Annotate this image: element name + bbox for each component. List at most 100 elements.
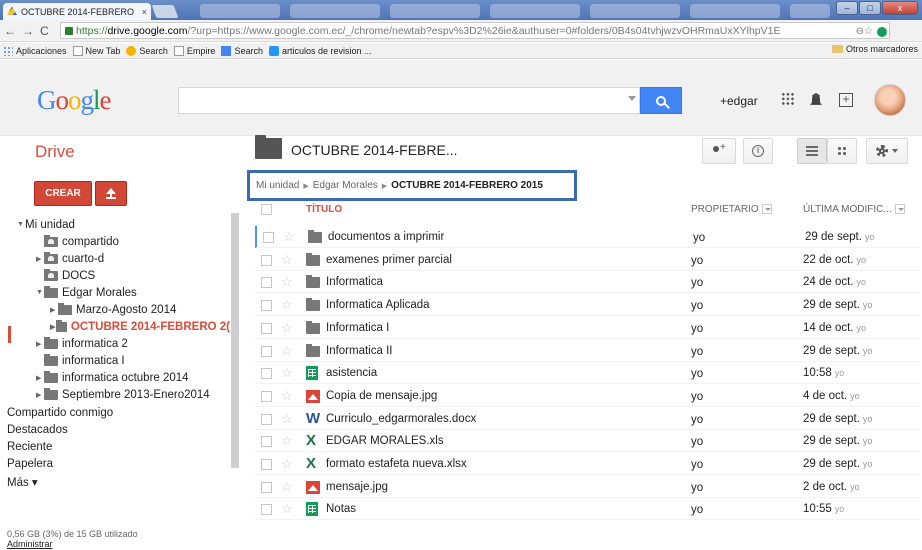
bookmark-apps[interactable]: Aplicaciones [3,45,67,56]
new-tab-button[interactable] [151,5,179,18]
column-header-modified[interactable]: ÚLTIMA MODIFIC... [803,204,905,215]
minimize-button[interactable]: – [836,1,858,15]
select-all-checkbox[interactable] [261,204,272,215]
sidebar-item-octubre[interactable]: ▶ OCTUBRE 2014-FEBRERO 2( [50,318,230,335]
row-checkbox[interactable] [261,322,272,334]
sidebar-item-destacados[interactable]: Destacados [7,421,68,438]
table-row[interactable]: ☆ Informatica Iyo 14 de oct. yo [255,317,920,339]
star-icon[interactable]: ☆ [281,411,293,427]
browser-tab-active[interactable]: OCTUBRE 2014-FEBRERO × [3,3,151,20]
file-name[interactable]: EDGAR MORALES.xls [326,435,444,447]
bookmark-empire[interactable]: Empire [173,45,215,56]
column-header-owner[interactable]: PROPIETARIO [691,204,772,215]
row-checkbox[interactable] [261,277,272,289]
browser-tab-blurred[interactable] [590,4,680,18]
table-row[interactable]: ☆ mensaje.jpg yo 2 de oct. yo [255,476,920,498]
star-bookmark-icon[interactable]: ⊖☆ [856,26,873,37]
column-header-title[interactable]: TÍTULO [306,204,342,215]
file-name[interactable]: Copia de mensaje.jpg [326,390,437,402]
forward-button[interactable]: → [22,24,34,38]
table-row[interactable]: ☆ W Curriculo_edgarmorales.docx yo 29 de sep… [255,408,920,430]
drive-title[interactable]: Drive [35,142,75,162]
star-icon[interactable]: ☆ [281,274,293,290]
sidebar-item-septiembre[interactable]: ▶ Septiembre 2013-Enero2014 [36,386,210,403]
create-button[interactable]: CREAR [34,181,92,206]
avatar[interactable] [874,84,906,116]
drive-search-input[interactable] [178,87,640,114]
maximize-button[interactable]: □ [859,1,881,15]
chevron-down-icon[interactable] [761,204,772,215]
browser-tab-blurred[interactable] [290,4,380,18]
search-button[interactable] [640,87,682,114]
sidebar-item-mi-unidad[interactable]: ▼ Mi unidad [17,216,75,233]
chevron-down-icon[interactable] [894,204,905,215]
breadcrumb-mi-unidad[interactable]: Mi unidad [256,180,299,191]
star-icon[interactable]: ☆ [281,501,293,517]
table-row[interactable]: ☆ Informatica yo 24 de oct. yo [255,271,920,294]
sidebar-item-mas[interactable]: Más ▾ [7,473,38,490]
star-icon[interactable]: ☆ [281,479,293,495]
upload-button[interactable] [95,181,127,206]
browser-tab-blurred[interactable] [690,4,780,18]
sidebar-item-cuarto-d[interactable]: ▶ cuarto-d [36,250,104,267]
row-checkbox[interactable] [261,390,272,402]
star-icon[interactable]: ☆ [281,252,293,268]
bookmark-search-2[interactable]: Search [221,45,263,56]
sidebar-scrollbar[interactable] [231,213,239,468]
star-icon[interactable]: ☆ [281,343,293,359]
row-checkbox[interactable] [261,481,272,493]
table-row[interactable]: ☆ Informatica Aplicada yo 29 de sept. yo [255,294,920,317]
tab-close-icon[interactable]: × [142,7,147,17]
star-icon[interactable]: ☆ [281,456,293,472]
star-icon[interactable]: ☆ [281,297,293,313]
sidebar-item-informatica-octubre[interactable]: ▶ informatica octubre 2014 [36,369,189,386]
sidebar-item-compartido[interactable]: compartido [44,233,119,250]
bookmark-articulos[interactable]: articulos de revision ... [268,45,372,56]
row-checkbox[interactable] [261,368,272,380]
row-checkbox[interactable] [263,232,274,243]
sidebar-item-docs[interactable]: DOCS [44,267,95,284]
extension-icon[interactable] [877,26,887,37]
table-row[interactable]: ☆ examenes primer parcial yo 22 de oct. yo [255,249,920,271]
breadcrumb-edgar-morales[interactable]: Edgar Morales [313,180,378,191]
row-checkbox[interactable] [261,413,272,425]
table-row[interactable]: ☆ Notas yo 10:55 yo [255,498,920,521]
google-logo[interactable]: Google [37,85,111,116]
file-name[interactable]: documentos a imprimir [328,231,444,243]
star-icon[interactable]: ☆ [281,365,293,381]
grid-view-button[interactable] [827,138,857,164]
row-checkbox[interactable] [261,300,272,312]
sidebar-item-marzo-agosto[interactable]: ▶ Marzo-Agosto 2014 [50,301,176,318]
search-options-chevron-down-icon[interactable] [628,96,636,101]
manage-storage-link[interactable]: Administrar [7,539,138,549]
row-checkbox[interactable] [261,504,272,516]
details-button[interactable]: i [743,138,773,164]
table-row[interactable]: ☆ Informatica II yo 29 de sept. yo [255,340,920,362]
table-row[interactable]: ☆ Copia de mensaje.jpg yo 4 de oct. yo [255,385,920,407]
row-checkbox[interactable] [261,254,272,266]
browser-tab-blurred[interactable] [490,4,580,18]
file-name[interactable]: Informatica I [326,322,389,334]
file-name[interactable]: Informatica II [326,345,392,357]
sidebar-item-reciente[interactable]: Reciente [7,438,52,455]
browser-tab-blurred[interactable] [390,4,480,18]
sidebar-item-informatica-2[interactable]: ▶ informatica 2 [36,335,128,352]
share-plus-icon[interactable]: + [839,93,853,107]
table-row[interactable]: ☆ Xformato estafeta nueva.xlsx yo 29 de sep… [255,453,920,475]
file-name[interactable]: mensaje.jpg [326,481,388,493]
other-bookmarks[interactable]: Otros marcadores [831,44,918,54]
row-checkbox[interactable] [261,345,272,357]
row-checkbox[interactable] [261,436,272,448]
file-name[interactable]: formato estafeta nueva.xlsx [326,458,467,470]
url-input[interactable]: https://drive.google.com/?urp=https://ww… [60,22,890,39]
star-icon[interactable]: ☆ [281,320,293,336]
back-button[interactable]: ← [4,24,16,38]
reload-button[interactable]: C [40,24,49,38]
user-name-link[interactable]: +edgar [720,94,758,108]
file-name[interactable]: asistencia [326,367,377,379]
share-button[interactable] [702,138,736,164]
file-name[interactable]: Curriculo_edgarmorales.docx [326,413,476,425]
apps-grid-icon[interactable] [781,92,795,106]
table-row[interactable]: ☆ X EDGAR MORALES.xls yo 29 de sept. yo [255,430,920,453]
sidebar-item-informatica-i[interactable]: informatica I [44,352,125,369]
